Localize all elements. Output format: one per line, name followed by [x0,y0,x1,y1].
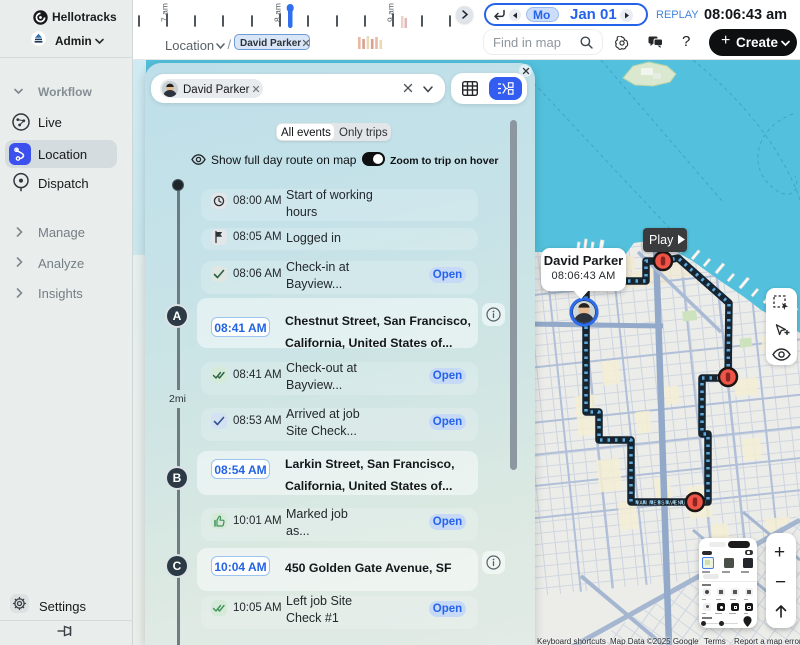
svg-text:7 am: 7 am [160,3,170,22]
svg-text:9 am: 9 am [386,3,396,22]
svg-text:VAN NESS AVENUE: VAN NESS AVENUE [636,501,690,507]
svg-text:8 am: 8 am [273,3,283,22]
